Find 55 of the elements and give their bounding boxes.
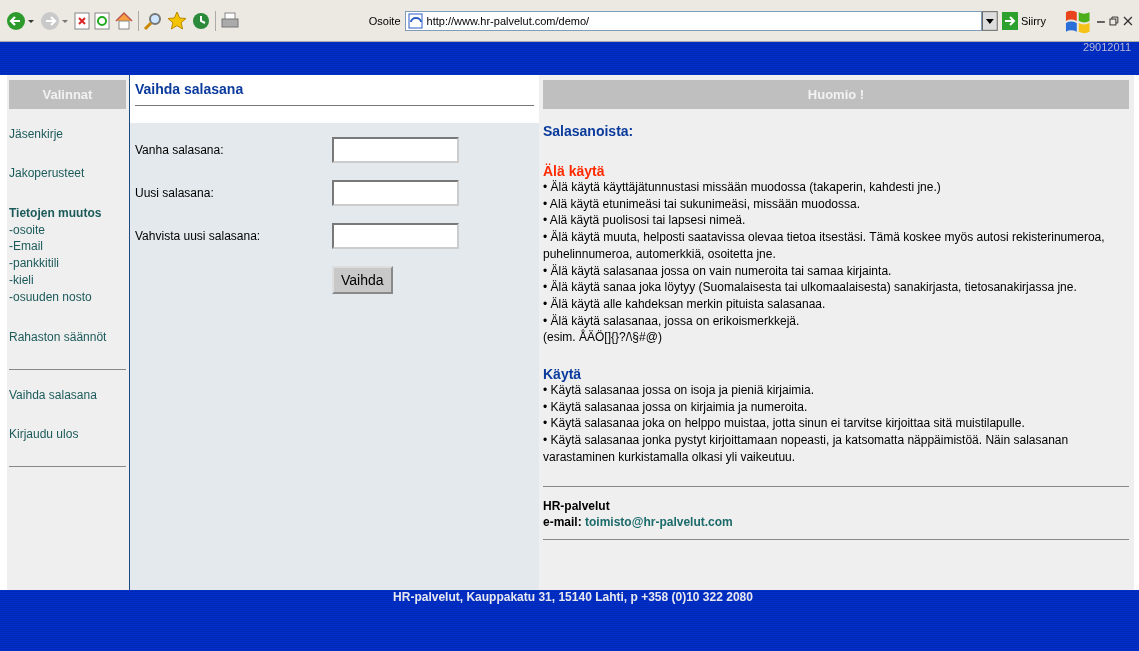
back-icon[interactable] bbox=[6, 10, 36, 31]
footer-text: HR-palvelut, Kauppakatu 31, 15140 Lahti, p +358 (0)10 322 2080 bbox=[393, 590, 753, 604]
company-name: HR-palvelut bbox=[543, 497, 611, 514]
field-label: Vanha salasana: bbox=[135, 143, 225, 157]
menu-link[interactable]: Vaihda salasana bbox=[9, 388, 126, 403]
submenu-link[interactable]: -Email bbox=[9, 238, 126, 256]
password-field[interactable] bbox=[332, 137, 459, 163]
search-icon[interactable] bbox=[143, 10, 163, 31]
menu-link[interactable]: Kirjaudu ulos bbox=[9, 427, 126, 442]
star-icon[interactable] bbox=[167, 10, 187, 31]
rule-text: • Älä käytä alle kahdeksan merkin pituista salasanaa. bbox=[543, 295, 827, 313]
stop-icon[interactable] bbox=[74, 11, 90, 30]
change-button[interactable]: Vaihda bbox=[332, 266, 393, 294]
rule-text: • Älä käytä muuta, helposti saatavissa olevaa tietoa itsestäsi. Tämä koskee myös autosi rekisterinumeroa, puhelinnumeroa, automerkkiä, osoitetta jne. bbox=[543, 229, 1106, 263]
rule-text: • Alä käytä puolisosi tai lapsesi nimeä. bbox=[543, 212, 747, 230]
password-field[interactable] bbox=[332, 180, 459, 206]
printer-icon[interactable] bbox=[220, 10, 240, 31]
example-text: (esim. ÅÄÖ[]{}?/\§#@) bbox=[543, 329, 663, 347]
notice-heading: Salasanoista: bbox=[543, 123, 635, 139]
refresh-icon[interactable] bbox=[94, 11, 110, 30]
rule-text: • Käytä salasanaa jossa on kirjaimia ja numeroita. bbox=[543, 398, 809, 416]
address-field[interactable]: http://www.hr-palvelut.com/demo/ bbox=[404, 10, 983, 31]
rule-text: • Älä käytä salasanaa jossa on vain numeroita tai samaa kirjainta. bbox=[543, 262, 893, 280]
address-label: Osoite bbox=[368, 14, 401, 27]
submenu-link[interactable]: -osuuden nosto bbox=[9, 288, 126, 306]
menu-heading: Tietojen muutos bbox=[9, 205, 103, 222]
rule-text: • Käytä salasanaa jossa on isoja ja pieniä kirjaimia. bbox=[543, 382, 815, 399]
submenu-link[interactable]: -osoite bbox=[9, 221, 126, 239]
submenu-link[interactable]: -pankkitili bbox=[9, 255, 126, 272]
rule-text: • Älä käytä käyttäjätunnustasi missään muodossa (takaperin, kahdesti jne.) bbox=[543, 179, 942, 196]
home-icon[interactable] bbox=[114, 10, 134, 31]
rule-text: • Käytä salasanaa joka on helppo muistaa, jotta sinun ei tarvitse kirjoittaa sitä muistilapulle. bbox=[543, 415, 1026, 433]
menu-link[interactable]: Rahaston säännöt bbox=[9, 330, 126, 345]
close-icon[interactable] bbox=[1123, 14, 1133, 27]
history-icon[interactable] bbox=[191, 10, 211, 31]
field-label: Vahvista uusi salasana: bbox=[135, 229, 262, 243]
rule-text: • Älä käytä sanaa joka löytyy (Suomalaisesta tai ulkomaalaisesta) sanakirjasta, tietosanakirjassa jne. bbox=[543, 279, 1078, 296]
form-title: Vaihda salasana bbox=[135, 81, 245, 99]
menu-link[interactable]: Jäsenkirje bbox=[9, 127, 126, 141]
go-button[interactable]: Siirry bbox=[1001, 11, 1047, 30]
field-label: Uusi salasana: bbox=[135, 186, 215, 200]
section-heading: Älä käytä bbox=[543, 163, 606, 179]
restore-icon[interactable] bbox=[1109, 14, 1120, 27]
rule-text: • Alä käytä etunimeäsi tai sukunimeäsi, missään muodossa. bbox=[543, 195, 862, 213]
email-label: e-mail: bbox=[543, 514, 582, 529]
email-address-link[interactable]: toimisto@hr-palvelut.com bbox=[585, 514, 733, 529]
password-field[interactable] bbox=[332, 223, 459, 249]
dropdown-icon[interactable] bbox=[982, 10, 998, 31]
date-text: 29012011 bbox=[1082, 41, 1131, 53]
rule-text: • Käytä salasanaa jonka pystyt kirjoittamaan nopeasti, ja katsomatta näppäimistöä. Näin salasanan varastaminen kurkistamalla olkasi yli vaikeutuu. bbox=[543, 432, 1070, 466]
rule-text: • Älä käytä salasanaa, jossa on erikoismerkkejä. bbox=[543, 312, 801, 329]
page-icon bbox=[407, 12, 424, 29]
submenu-link[interactable]: -kieli bbox=[9, 271, 126, 289]
menu-link[interactable]: Jakoperusteet bbox=[9, 166, 126, 180]
section-heading: Käytä bbox=[543, 366, 583, 383]
